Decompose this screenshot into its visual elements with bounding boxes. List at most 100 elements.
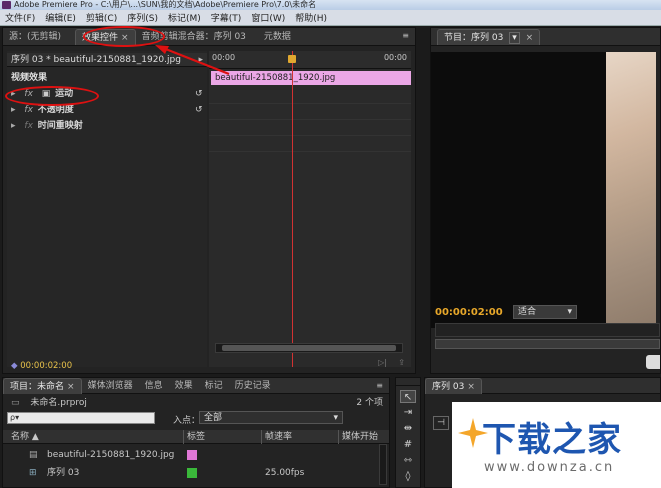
dropdown-arrow-icon: ▾	[333, 413, 338, 423]
annotation-ellipse-motion	[5, 86, 99, 106]
tab-sequence[interactable]: 序列 03 ×	[425, 377, 482, 394]
effect-timeline-ruler[interactable]: 00:00 00:00	[209, 51, 411, 69]
label-color-swatch[interactable]	[187, 468, 197, 478]
arrow-tool-icon[interactable]: ↖	[400, 390, 416, 403]
close-icon[interactable]: ×	[467, 382, 475, 392]
column-media-start[interactable]: 媒体开始	[338, 430, 378, 444]
fit-dropdown[interactable]: 适合 ▾	[513, 305, 577, 319]
menu-title[interactable]: 字幕(T)	[206, 11, 247, 24]
playhead-marker-icon[interactable]	[288, 55, 296, 63]
project-file-name: 未命名.prproj	[30, 398, 87, 408]
project-vertical-scrollbar[interactable]	[379, 444, 387, 485]
project-tabs: 项目：未命名 × 媒体浏览器 信息 效果 标记 历史记录 ≡	[3, 377, 389, 394]
monitor-letterbox	[431, 52, 606, 328]
track-select-tool-icon[interactable]: ⇥	[400, 406, 416, 419]
row-divider	[209, 135, 411, 136]
dropdown-arrow-icon[interactable]: ▾	[509, 31, 520, 44]
export-frame-icon[interactable]: ⇪	[398, 358, 405, 367]
tools-panel-top	[396, 378, 420, 386]
project-panel: 项目：未命名 × 媒体浏览器 信息 效果 标记 历史记录 ≡ ▭ 未命名.prpr…	[2, 377, 390, 488]
row-divider	[209, 119, 411, 120]
timeline-snap-icon[interactable]: ⊣	[433, 416, 449, 430]
project-file-row: ▭ 未命名.prproj 2 个项	[11, 397, 383, 409]
reset-icon[interactable]: ↺	[195, 87, 203, 101]
program-monitor-panel: 节目：序列 03 ▾ × 00:00:02:00 适合 ▾	[430, 27, 661, 374]
razor-tool-icon[interactable]: ◊	[400, 470, 416, 483]
close-icon[interactable]: ×	[526, 33, 534, 43]
effect-timeline-zoom-scroll[interactable]	[215, 343, 403, 353]
project-search-input[interactable]: ρ▾	[7, 412, 155, 424]
watermark-title: 下载之家	[482, 420, 622, 460]
close-icon[interactable]: ×	[67, 382, 75, 392]
effect-clip-bar[interactable]: beautiful-2150881_1920.jpg	[211, 71, 411, 85]
row-divider	[209, 103, 411, 104]
export-button[interactable]	[646, 355, 660, 369]
menu-sequence[interactable]: 序列(S)	[122, 11, 163, 24]
scroll-thumb[interactable]	[222, 345, 396, 351]
folder-icon: ▭	[11, 398, 20, 408]
item-name: beautiful-2150881_1920.jpg	[47, 450, 175, 460]
panel-menu-icon[interactable]: ≡	[402, 31, 409, 40]
playhead-small-icon: ◆	[11, 361, 18, 371]
program-timecode[interactable]: 00:00:02:00	[435, 307, 503, 318]
title-bar: Adobe Premiere Pro - C:\用户\...\SUN\我的文档\…	[0, 0, 661, 10]
menu-window[interactable]: 窗口(W)	[246, 11, 290, 24]
column-framerate[interactable]: 帧速率	[261, 430, 292, 444]
dropdown-arrow-icon: ▾	[567, 307, 572, 317]
effect-controls-panel: 源：(无剪辑) 效果控件 × 音频剪辑混合器：序列 03 元数据 ≡ 序列 03 …	[2, 26, 416, 374]
ruler-end-time: 00:00	[383, 53, 407, 62]
column-label[interactable]: 标签	[183, 430, 205, 444]
reset-icon[interactable]: ↺	[195, 103, 203, 117]
tab-markers[interactable]: 标记	[199, 378, 229, 394]
menu-bar: 文件(F) 编辑(E) 剪辑(C) 序列(S) 标记(M) 字幕(T) 窗口(W…	[0, 10, 661, 26]
search-icon[interactable]: ρ▾	[10, 413, 19, 422]
row-divider	[209, 151, 411, 152]
effect-controls-timecode[interactable]: 00:00:02:00	[20, 361, 72, 371]
project-item-image[interactable]: ▤ beautiful-2150881_1920.jpg	[3, 446, 389, 464]
project-item-sequence[interactable]: ⊞ 序列 03 25.00fps	[3, 464, 389, 482]
watermark-url: www.downza.cn	[484, 460, 615, 475]
fx-icon: fx	[24, 121, 33, 131]
tab-source[interactable]: 源：(无剪辑)	[3, 29, 67, 45]
tab-media-browser[interactable]: 媒体浏览器	[82, 378, 139, 394]
expand-triangle-icon[interactable]: ▸	[11, 105, 16, 115]
watermark-logo: 下载之家 www.downza.cn	[452, 402, 661, 488]
item-name: 序列 03	[47, 468, 80, 478]
item-count: 2 个项	[356, 398, 383, 408]
menu-clip[interactable]: 剪辑(C)	[81, 11, 122, 24]
effect-timeline: 00:00 00:00 beautiful-2150881_1920.jpg ▷…	[209, 51, 411, 367]
rolling-edit-tool-icon[interactable]: #	[400, 438, 416, 451]
menu-edit[interactable]: 编辑(E)	[40, 11, 81, 24]
panel-menu-icon[interactable]: ≡	[376, 381, 383, 390]
label-color-swatch[interactable]	[187, 450, 197, 460]
annotation-arrow	[155, 45, 230, 76]
tab-effects[interactable]: 效果	[169, 378, 199, 394]
tab-history[interactable]: 历史记录	[229, 378, 277, 394]
effect-playhead[interactable]	[292, 51, 293, 367]
fx-icon[interactable]: fx	[24, 105, 33, 115]
in-point-dropdown[interactable]: 全部 ▾	[199, 411, 343, 424]
program-time-ruler[interactable]	[435, 323, 660, 337]
window-title: Adobe Premiere Pro - C:\用户\...\SUN\我的文档\…	[14, 0, 317, 9]
menu-marker[interactable]: 标记(M)	[163, 11, 206, 24]
program-zoom-scroll[interactable]	[435, 339, 660, 349]
effect-controls-timecode-row: ◆ 00:00:02:00	[7, 359, 207, 373]
ripple-edit-tool-icon[interactable]: ⇹	[400, 422, 416, 435]
rate-stretch-tool-icon[interactable]: ⇿	[400, 454, 416, 467]
expand-triangle-icon[interactable]: ▸	[11, 121, 16, 131]
tab-project[interactable]: 项目：未命名 ×	[3, 377, 82, 394]
effect-row-time-remapping[interactable]: ▸ fx 时间重映射	[7, 119, 207, 133]
menu-help[interactable]: 帮助(H)	[290, 11, 332, 24]
project-column-headers: 名称 ▲ 标签 帧速率 媒体开始	[3, 430, 389, 444]
program-tabs: 节目：序列 03 ▾ ×	[431, 28, 660, 46]
image-file-icon: ▤	[29, 450, 38, 460]
menu-file[interactable]: 文件(F)	[0, 11, 40, 24]
program-video-frame[interactable]	[606, 52, 656, 328]
item-framerate: 25.00fps	[265, 468, 305, 478]
tools-panel: ↖ ⇥ ⇹ # ⇿ ◊	[395, 377, 421, 488]
tab-program[interactable]: 节目：序列 03 ▾ ×	[437, 28, 541, 45]
column-name[interactable]: 名称 ▲	[11, 430, 39, 444]
tab-metadata[interactable]: 元数据	[258, 29, 297, 45]
tab-info[interactable]: 信息	[139, 378, 169, 394]
play-only-audio-icon[interactable]: ▷|	[378, 358, 387, 367]
